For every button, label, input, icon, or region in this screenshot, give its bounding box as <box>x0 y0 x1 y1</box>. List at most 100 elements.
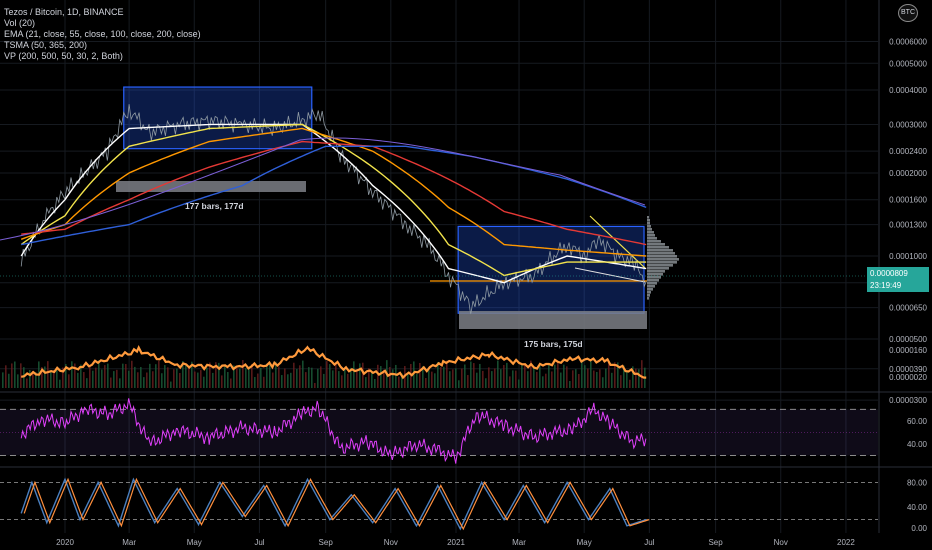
volume-profile-bar <box>647 216 649 219</box>
legend-vol[interactable]: Vol (20) <box>4 18 35 29</box>
volume-bar <box>416 373 418 388</box>
x-tick-label: Sep <box>319 538 334 547</box>
volume-profile-bar <box>647 252 675 255</box>
volume-profile-bar <box>647 240 661 243</box>
volume-bar <box>134 366 136 388</box>
x-tick-label: Mar <box>512 538 526 547</box>
volume-bar <box>482 370 484 388</box>
volume-bar <box>338 371 340 388</box>
volume-bar <box>302 360 304 388</box>
chart-canvas[interactable]: 2020 Mar May Jul Sep Nov 2021 Mar May Jul Sep Nov 20… <box>0 0 932 550</box>
volume-bar <box>455 368 457 388</box>
x-tick-label: Sep <box>708 538 723 547</box>
y-tick-label: 0.0000500 <box>889 335 927 344</box>
volume-profile-bar <box>647 294 650 297</box>
volume-bar <box>452 369 454 388</box>
volume-bar <box>320 366 322 388</box>
volume-bar <box>98 360 100 388</box>
volume-bar <box>593 370 595 388</box>
volume-bar <box>128 370 130 388</box>
volume-bar <box>440 366 442 388</box>
volume-bar <box>224 366 226 388</box>
volume-bar <box>83 372 85 388</box>
volume-bar <box>596 371 598 388</box>
x-tick-label: 2022 <box>837 538 855 547</box>
range-bar <box>116 181 306 192</box>
volume-bar <box>26 378 28 388</box>
volume-profile-bar <box>647 243 665 246</box>
y-tick-label: 0.0001600 <box>889 196 927 205</box>
volume-bar <box>545 373 547 388</box>
volume-bar <box>335 362 337 388</box>
volume-bar <box>230 378 232 388</box>
volume-bar <box>524 364 526 388</box>
y-tick-label: 0.0004000 <box>889 86 927 95</box>
volume-profile-bar <box>647 264 673 267</box>
x-tick-label: Mar <box>122 538 136 547</box>
y-tick-label: 0.0001300 <box>889 221 927 230</box>
volume-bar <box>638 369 640 388</box>
volume-bar <box>539 366 541 388</box>
volume-bar <box>113 371 115 388</box>
volume-bar <box>155 364 157 388</box>
legend-ema[interactable]: EMA (21, close, 55, close, 100, close, 2… <box>4 29 201 40</box>
volume-profile-bar <box>647 225 651 228</box>
volume-bar <box>269 362 271 388</box>
volume-bar <box>14 361 16 388</box>
volume-bar <box>509 376 511 388</box>
volume-bar <box>332 370 334 388</box>
volume-bar <box>308 367 310 388</box>
currency-badge[interactable]: BTC <box>898 4 918 22</box>
y-tick-label: 0.0000300 <box>889 396 927 405</box>
volume-bar <box>110 377 112 388</box>
volume-bar <box>107 363 109 388</box>
volume-bar <box>71 361 73 388</box>
stoch-panel <box>0 477 878 531</box>
volume-bar <box>641 360 643 388</box>
legend-symbol[interactable]: Tezos / Bitcoin, 1D, BINANCE <box>4 7 124 18</box>
x-tick-label: 2020 <box>56 538 74 547</box>
x-tick-label: Nov <box>384 538 398 547</box>
volume-bar <box>140 366 142 388</box>
stoch-k-line <box>20 477 647 531</box>
volume-profile-bar <box>647 246 669 249</box>
volume-bar <box>371 372 373 388</box>
range-bar <box>459 311 647 329</box>
volume-bar <box>197 372 199 388</box>
volume-bar <box>461 368 463 388</box>
volume-bar <box>356 370 358 388</box>
volume-bar <box>377 364 379 388</box>
volume-bar <box>548 364 550 388</box>
volume-profile-bar <box>647 267 669 270</box>
volume-bar <box>179 372 181 388</box>
volume-bar <box>572 370 574 388</box>
volume-bar <box>101 369 103 388</box>
volume-bar <box>206 367 208 388</box>
volume-bar <box>488 367 490 388</box>
volume-bar <box>491 371 493 388</box>
volume-bar <box>263 376 265 388</box>
volume-bar <box>323 373 325 388</box>
volume-bar <box>239 368 241 388</box>
volume-bar <box>515 370 517 388</box>
stoch-tick-label: 40.00 <box>907 503 928 512</box>
volume-bar <box>290 372 292 388</box>
volume-bar <box>17 374 19 388</box>
volume-bar <box>407 374 409 388</box>
volume-bar <box>44 366 46 388</box>
volume-bar <box>272 372 274 388</box>
volume-bar <box>50 372 52 388</box>
legend-vp[interactable]: VP (200, 500, 50, 30, 2, Both) <box>4 51 123 62</box>
volume-bar <box>167 367 169 388</box>
volume-bar <box>2 372 4 388</box>
volume-profile-bar <box>647 285 655 288</box>
volume-bar <box>146 372 148 388</box>
legend-tsma[interactable]: TSMA (50, 365, 200) <box>4 40 87 51</box>
volume-profile-bar <box>647 231 654 234</box>
volume-bar <box>425 377 427 388</box>
volume-bar <box>116 369 118 388</box>
volume-bar <box>173 369 175 388</box>
volume-bar <box>584 365 586 388</box>
volume-bar <box>476 372 478 388</box>
volume-bar <box>329 364 331 388</box>
